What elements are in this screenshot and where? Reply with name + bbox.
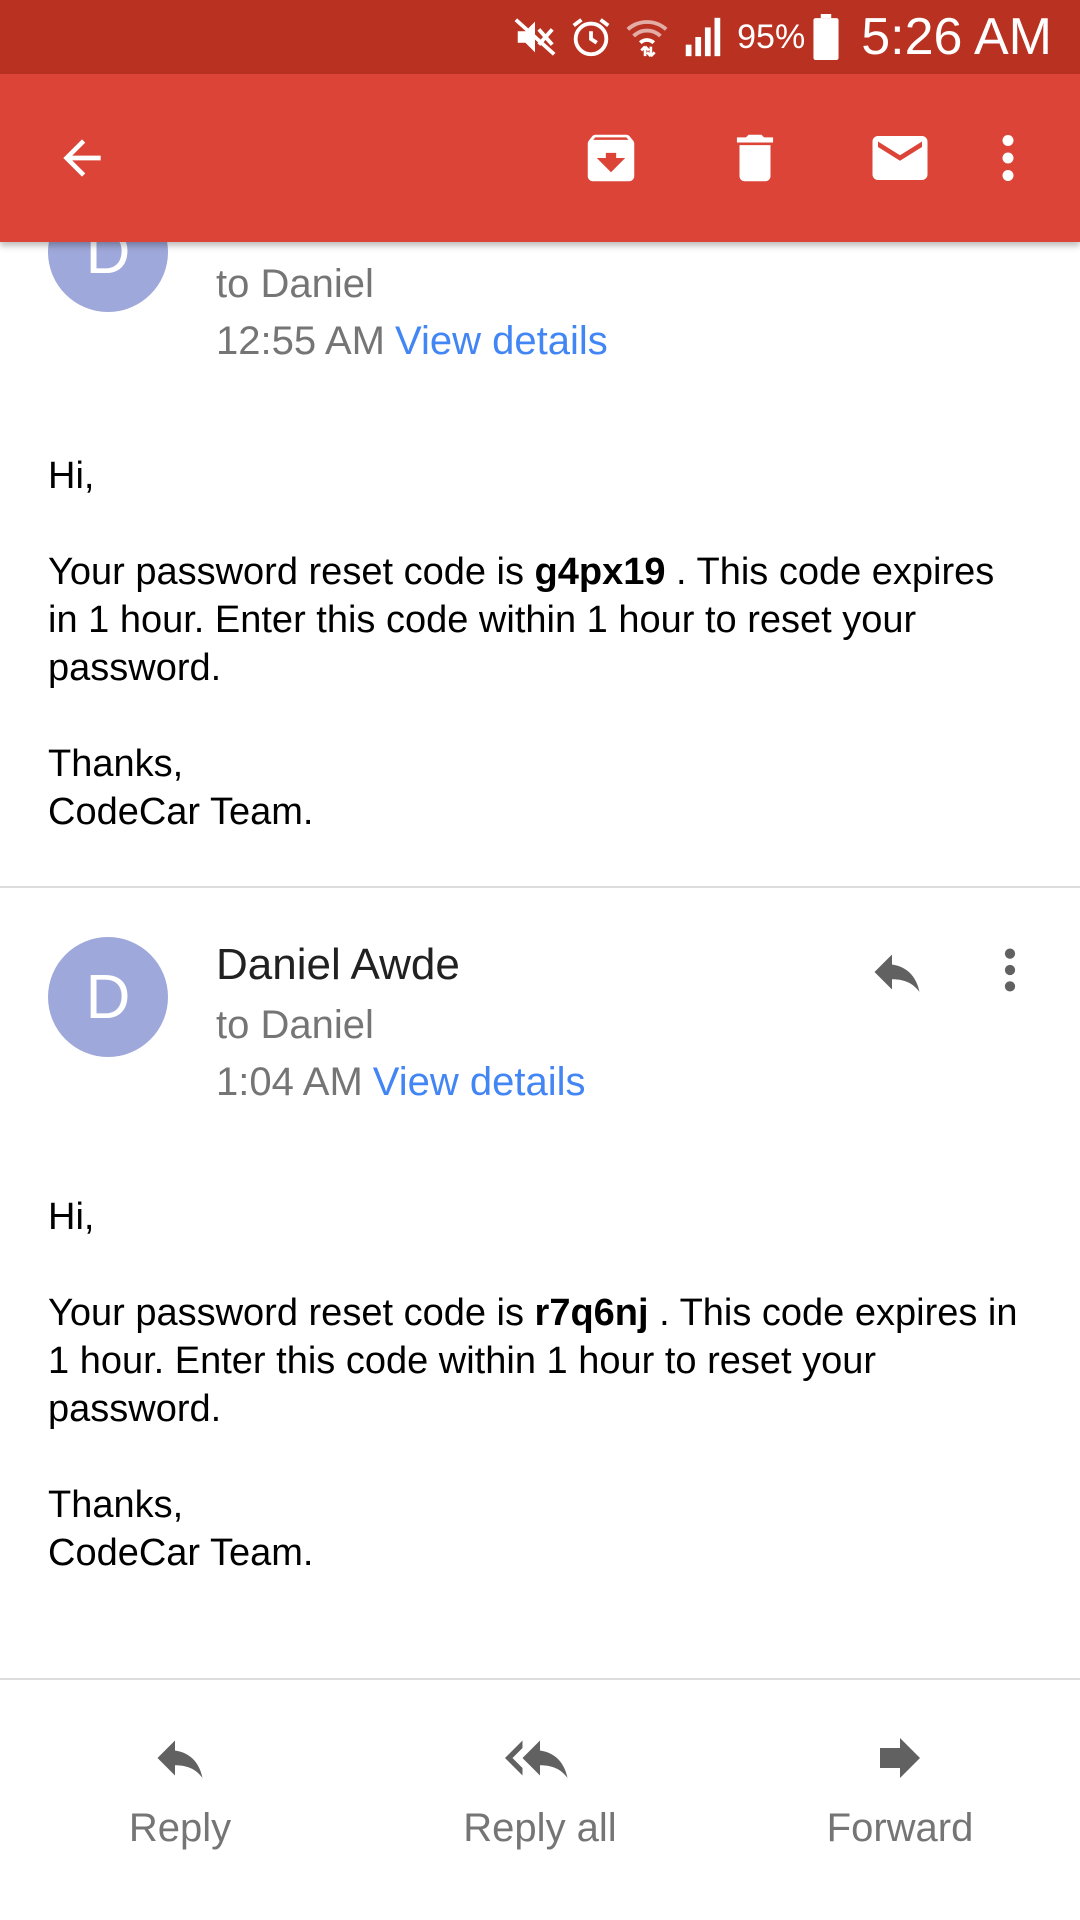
avatar[interactable]: D — [48, 937, 168, 1057]
reply-icon — [148, 1728, 212, 1788]
forward-icon — [870, 1728, 930, 1788]
battery-icon — [809, 9, 843, 65]
toolbar-more-button[interactable] — [958, 108, 1058, 208]
more-vert-icon — [1002, 135, 1014, 181]
view-details-link[interactable]: View details — [395, 319, 608, 363]
signal-icon — [675, 9, 731, 65]
mail-icon — [872, 136, 928, 180]
alarm-icon — [563, 9, 619, 65]
delete-icon — [736, 134, 774, 182]
message-time: 12:55 AM — [216, 319, 386, 363]
view-details-link[interactable]: View details — [373, 1060, 586, 1104]
message-time-line: 12:55 AM View details — [216, 319, 608, 364]
signature: CodeCar Team. — [48, 1532, 314, 1574]
mute-icon — [507, 9, 563, 65]
message-divider — [0, 886, 1080, 888]
message-time: 1:04 AM — [216, 1060, 363, 1104]
status-clock: 5:26 AM — [861, 8, 1052, 66]
back-arrow-icon — [63, 139, 101, 177]
wifi-icon — [619, 9, 675, 65]
toolbar — [0, 74, 1080, 242]
reply-label: Reply — [128, 1806, 232, 1850]
reply-button[interactable]: Reply — [30, 1728, 330, 1878]
message-time-line: 1:04 AM View details — [216, 1060, 585, 1105]
avatar[interactable]: D — [48, 242, 168, 312]
greeting: Hi, — [48, 455, 95, 497]
reset-code: r7q6nj — [534, 1292, 649, 1334]
recipient-line: to Daniel — [216, 262, 374, 306]
message-body: Hi, Your password reset code is g4px19 .… — [48, 452, 1028, 836]
reply-icon — [874, 954, 920, 992]
archive-button[interactable] — [561, 108, 661, 208]
back-button[interactable] — [32, 108, 132, 208]
conversation-content: D to Daniel 12:55 AM View details Hi, You… — [0, 242, 1080, 1920]
archive-icon — [587, 134, 635, 182]
sender-name: Daniel Awde — [216, 940, 460, 989]
reply-all-icon — [502, 1728, 578, 1788]
thanks-line: Thanks, — [48, 743, 184, 785]
signature: CodeCar Team. — [48, 791, 314, 833]
reply-action-bar: Reply Reply all Forward — [0, 1680, 1080, 1920]
greeting: Hi, — [48, 1196, 95, 1238]
reset-code-paragraph: Your password reset code is g4px19 . Thi… — [48, 551, 995, 689]
thanks-line: Thanks, — [48, 1484, 184, 1526]
reply-all-label: Reply all — [463, 1806, 617, 1850]
reset-code-paragraph: Your password reset code is r7q6nj . Thi… — [48, 1292, 1018, 1430]
message-more-button[interactable] — [980, 930, 1040, 1010]
message-reply-button[interactable] — [862, 937, 932, 1007]
reset-code: g4px19 — [534, 551, 666, 593]
mark-unread-button[interactable] — [850, 108, 950, 208]
status-bar: 95% 5:26 AM — [0, 0, 1080, 74]
delete-button[interactable] — [705, 108, 805, 208]
recipient-line: to Daniel — [216, 1003, 374, 1047]
forward-label: Forward — [826, 1806, 974, 1850]
reply-all-button[interactable]: Reply all — [390, 1728, 690, 1878]
more-vert-icon — [1004, 948, 1016, 992]
message-body: Hi, Your password reset code is r7q6nj .… — [48, 1193, 1028, 1577]
battery-percent: 95% — [737, 17, 806, 56]
forward-button[interactable]: Forward — [750, 1728, 1050, 1878]
